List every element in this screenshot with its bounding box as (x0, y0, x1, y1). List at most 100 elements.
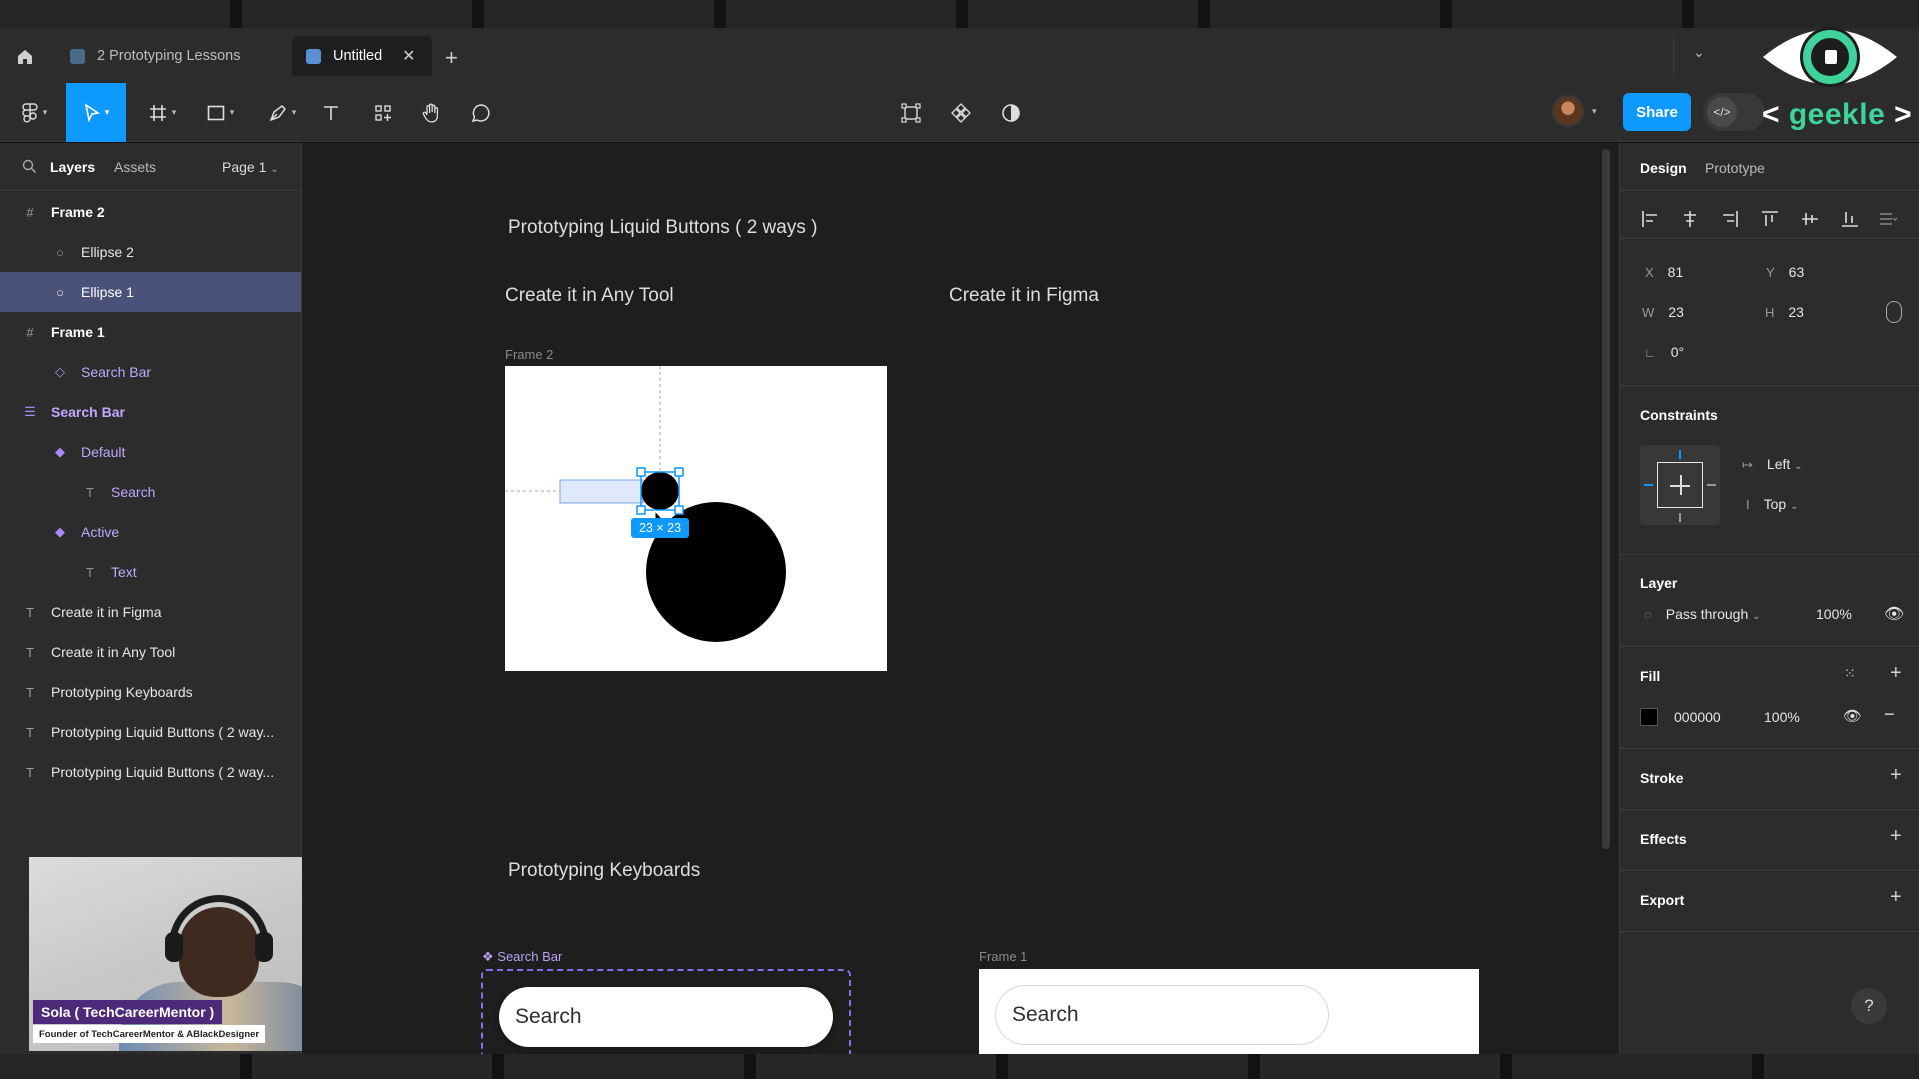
tab-2-prototyping-lessons[interactable]: 2 Prototyping Lessons (56, 36, 254, 76)
heading-liquid-buttons[interactable]: Prototyping Liquid Buttons ( 2 ways ) (508, 217, 817, 239)
close-icon[interactable]: ✕ (402, 46, 415, 66)
blend-mode-select[interactable]: ◌ Pass through ⌄ (1644, 606, 1761, 622)
align-horizontal-center-icon[interactable] (1680, 209, 1700, 229)
layer-opacity-field[interactable]: 100% (1816, 606, 1852, 622)
align-vertical-center-icon[interactable] (1800, 209, 1820, 229)
move-tool-button[interactable]: ▾ (66, 83, 126, 142)
remove-fill-minus-icon[interactable]: − (1884, 704, 1895, 725)
cursor-icon (84, 102, 100, 122)
add-stroke-plus-icon[interactable]: + (1890, 764, 1902, 787)
main-menu-button[interactable]: ▾ (12, 83, 56, 142)
tab-layers[interactable]: Layers (50, 159, 95, 175)
layer-prototyping-keyboards[interactable]: T Prototyping Keyboards (0, 672, 301, 712)
layer-search-bar-component-set[interactable]: ☰ Search Bar (0, 392, 301, 432)
constraint-bottom-indicator[interactable] (1679, 513, 1681, 522)
help-button[interactable]: ? (1851, 988, 1887, 1024)
frame-tool-button[interactable]: ▾ (140, 83, 184, 142)
layer-frame-2[interactable]: # Frame 2 (0, 192, 301, 232)
search-bar-component-set[interactable]: Search (481, 969, 851, 1054)
add-export-plus-icon[interactable]: + (1890, 886, 1902, 909)
x-field[interactable]: X 81 (1645, 264, 1683, 280)
styles-grid-icon[interactable]: ⁙ (1844, 665, 1856, 682)
frame-1[interactable]: Search (979, 969, 1479, 1054)
layer-prototyping-liquid-buttons[interactable]: T Prototyping Liquid Buttons ( 2 way... (0, 712, 301, 752)
layer-create-it-in-any-tool[interactable]: T Create it in Any Tool (0, 632, 301, 672)
divider (1620, 554, 1919, 555)
page-selector[interactable]: Page 1 ⌄ (222, 159, 279, 175)
mask-button[interactable] (996, 83, 1026, 142)
y-field[interactable]: Y 63 (1766, 264, 1804, 280)
add-effect-plus-icon[interactable]: + (1890, 825, 1902, 848)
search-bar-default[interactable]: Search (499, 987, 833, 1047)
export-section-title: Export (1640, 892, 1685, 908)
distribute-icon[interactable] (1878, 209, 1898, 229)
eye-icon[interactable]: 👁 (1843, 707, 1862, 725)
align-right-icon[interactable] (1720, 209, 1740, 229)
constraint-top-indicator[interactable] (1679, 450, 1681, 459)
constraint-left-indicator[interactable] (1644, 484, 1653, 486)
share-button[interactable]: Share (1623, 93, 1691, 131)
component-frame-button[interactable] (896, 83, 926, 142)
chevron-down-icon[interactable]: ⌄ (1693, 44, 1705, 61)
shape-tool-button[interactable]: ▾ (198, 83, 242, 142)
tab-prototype[interactable]: Prototype (1705, 160, 1765, 176)
pen-tool-button[interactable]: ▾ (260, 83, 304, 142)
layer-ellipse-2[interactable]: ○ Ellipse 2 (0, 232, 301, 272)
width-field[interactable]: W 23 (1642, 304, 1684, 320)
eye-icon[interactable]: 👁 (1884, 604, 1904, 624)
align-left-icon[interactable] (1640, 209, 1660, 229)
layer-variant-default[interactable]: ◆ Default (0, 432, 301, 472)
hand-tool-button[interactable] (416, 83, 446, 142)
constrain-proportions-icon[interactable] (1886, 301, 1902, 323)
tab-assets[interactable]: Assets (114, 159, 156, 175)
tab-divider (1673, 38, 1674, 74)
heading-figma[interactable]: Create it in Figma (949, 285, 1099, 307)
align-bottom-icon[interactable] (1840, 209, 1860, 229)
headset-ear (165, 932, 183, 962)
frame-1-label[interactable]: Frame 1 (979, 949, 1027, 964)
canvas[interactable]: Prototyping Liquid Buttons ( 2 ways ) Cr… (302, 143, 1619, 1054)
vertical-constraint-select[interactable]: I Top ⌄ (1746, 496, 1798, 512)
tab-untitled[interactable]: Untitled ✕ (292, 36, 432, 76)
resources-button[interactable] (368, 83, 398, 142)
rotation-field[interactable]: ∟ 0° (1644, 344, 1684, 360)
fill-opacity-field[interactable]: 100% (1764, 709, 1800, 725)
video-top-strip (0, 0, 1919, 28)
heading-any-tool[interactable]: Create it in Any Tool (505, 285, 674, 307)
tab-label: Untitled (333, 48, 383, 64)
search-bar-component-label[interactable]: ❖ Search Bar (482, 949, 562, 965)
heading-keyboards[interactable]: Prototyping Keyboards (508, 860, 700, 882)
layer-ellipse-1[interactable]: ○ Ellipse 1 (0, 272, 301, 312)
horizontal-constraint-select[interactable]: ↦ Left ⌄ (1742, 456, 1803, 473)
fill-hex-field[interactable]: 000000 (1674, 709, 1721, 725)
create-component-button[interactable] (946, 83, 976, 142)
layer-create-it-in-figma[interactable]: T Create it in Figma (0, 592, 301, 632)
layer-prototyping-liquid-buttons[interactable]: T Prototyping Liquid Buttons ( 2 way... (0, 752, 301, 792)
text-tool-button[interactable] (316, 83, 346, 142)
comment-tool-button[interactable] (466, 83, 496, 142)
frame-2-label[interactable]: Frame 2 (505, 347, 553, 362)
constraint-right-indicator[interactable] (1707, 484, 1716, 486)
layer-text-text[interactable]: T Text (0, 552, 301, 592)
search-icon[interactable] (22, 159, 37, 174)
code-icon: </> (1707, 97, 1737, 127)
height-field[interactable]: H 23 (1765, 304, 1804, 320)
layer-text-search[interactable]: T Search (0, 472, 301, 512)
canvas-scrollbar[interactable] (1602, 149, 1610, 849)
text-icon: T (26, 684, 34, 700)
search-bar-instance[interactable]: Search (995, 985, 1329, 1045)
layer-variant-active[interactable]: ◆ Active (0, 512, 301, 552)
tab-design[interactable]: Design (1640, 160, 1687, 176)
new-tab-plus-icon[interactable]: + (445, 45, 458, 71)
layer-section-title: Layer (1640, 575, 1678, 591)
home-icon[interactable] (14, 46, 36, 68)
add-fill-plus-icon[interactable]: + (1890, 662, 1902, 685)
constraints-widget[interactable] (1640, 445, 1720, 525)
user-menu[interactable]: ▾ (1552, 95, 1597, 127)
layer-search-bar-instance[interactable]: ◇ Search Bar (0, 352, 301, 392)
contrast-icon (1002, 103, 1020, 122)
fill-swatch[interactable] (1640, 708, 1658, 726)
layer-frame-1[interactable]: # Frame 1 (0, 312, 301, 352)
frame-2[interactable]: 23 × 23 (505, 366, 887, 671)
align-top-icon[interactable] (1760, 209, 1780, 229)
